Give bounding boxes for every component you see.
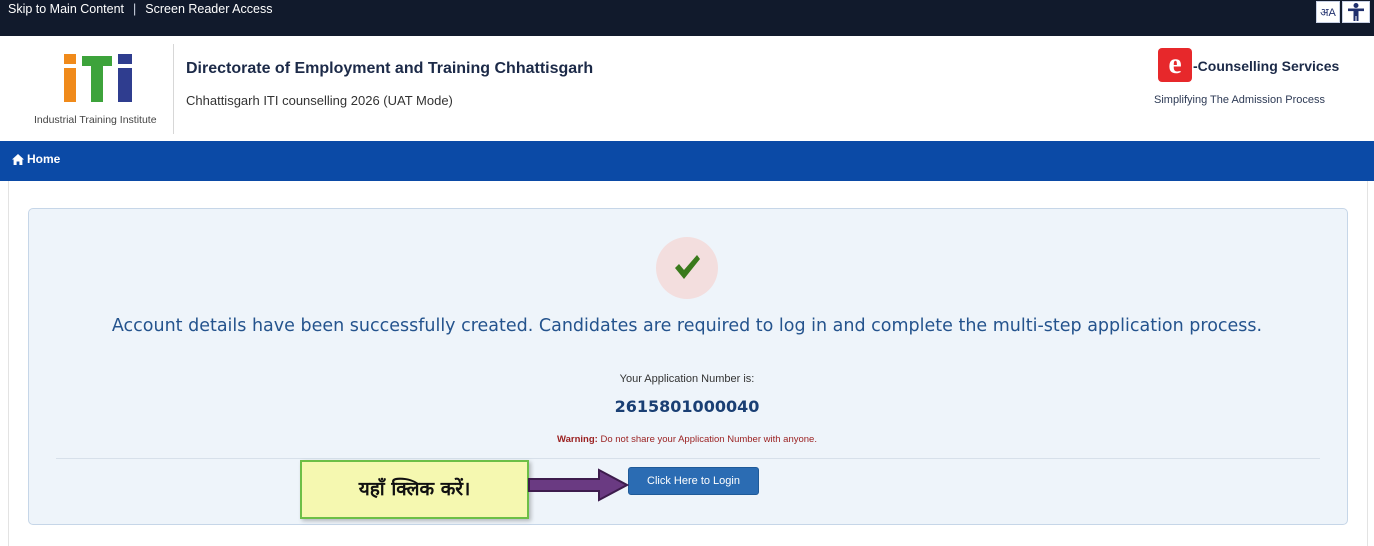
accessibility-button[interactable] <box>1342 1 1370 23</box>
site-header: Industrial Training Institute Directorat… <box>0 36 1374 141</box>
brand-name: -Counselling Services <box>1193 58 1340 74</box>
accessibility-links: Skip to Main Content | Screen Reader Acces… <box>8 2 272 16</box>
home-icon <box>12 154 24 165</box>
language-toggle-button[interactable]: अA <box>1316 1 1340 23</box>
skip-to-main-content-link[interactable]: Skip to Main Content <box>8 2 124 16</box>
success-badge <box>656 237 718 299</box>
application-number-label: Your Application Number is: <box>619 373 755 385</box>
e-counselling-logo-icon: e <box>1158 48 1192 82</box>
checkmark-icon <box>675 255 700 279</box>
brand-tagline: Simplifying The Admission Process <box>1154 94 1325 106</box>
success-message: Account details have been successfully c… <box>111 316 1263 336</box>
divider <box>56 458 1320 459</box>
screen-reader-access-link[interactable]: Screen Reader Access <box>145 2 272 16</box>
iti-logo[interactable]: Industrial Training Institute <box>28 44 174 134</box>
iti-logo-icon <box>64 54 132 102</box>
department-subtitle: Chhattisgarh ITI counselling 2026 (UAT M… <box>186 93 453 108</box>
accessibility-bar: Skip to Main Content | Screen Reader Acces… <box>0 0 1374 36</box>
main-nav: Home <box>0 141 1374 181</box>
click-here-callout: यहाँ क्लिक करें। <box>300 460 529 519</box>
warning-label: Warning: <box>557 434 598 445</box>
accessibility-person-icon <box>1348 3 1364 21</box>
department-title: Directorate of Employment and Training C… <box>186 60 594 77</box>
application-number: 2615801000040 <box>614 397 760 416</box>
arrow-right-icon <box>528 468 629 502</box>
warning-message: Warning: Do not share your Application N… <box>60 434 1314 445</box>
logo-caption: Industrial Training Institute <box>34 114 157 126</box>
login-button[interactable]: Click Here to Login <box>628 467 759 495</box>
nav-home-link[interactable]: Home <box>12 152 60 166</box>
warning-text: Do not share your Application Number wit… <box>600 434 817 445</box>
link-separator: | <box>133 2 137 16</box>
nav-home-label: Home <box>27 152 61 166</box>
